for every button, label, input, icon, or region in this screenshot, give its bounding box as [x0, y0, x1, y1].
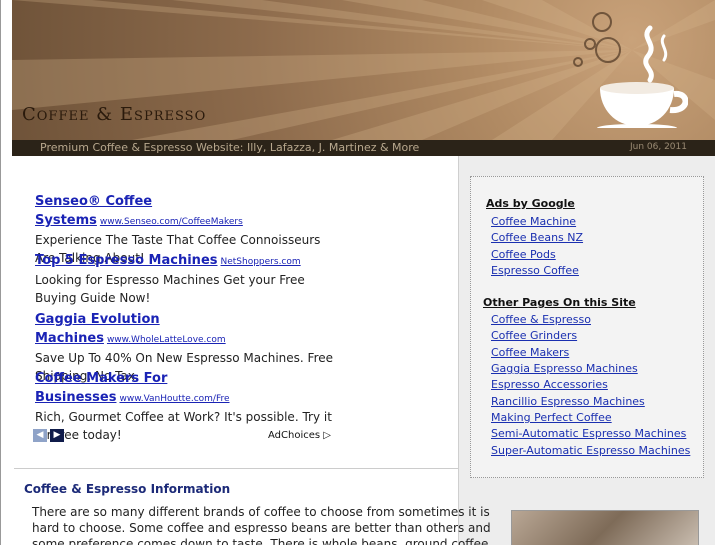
site-tagline: Premium Coffee & Espresso Website: Illy,…	[40, 141, 420, 154]
ad-title-link[interactable]: Top 5 Espresso Machines	[35, 253, 218, 268]
ad-url-link[interactable]: www.Senseo.com/CoffeeMakers	[100, 217, 243, 227]
sidebar-page-link[interactable]: Semi-Automatic Espresso Machines	[491, 427, 686, 440]
adchoices-link[interactable]: AdChoices ▷	[268, 430, 331, 441]
sidebar: Ads by Google Coffee Machine Coffee Bean…	[458, 156, 715, 545]
ad-url-link[interactable]: www.VanHoutte.com/Fre	[119, 394, 229, 404]
sidebar-page-link[interactable]: Making Perfect Coffee	[491, 411, 612, 424]
ad-prev-button[interactable]: ◀	[33, 429, 47, 442]
sidebar-page-link[interactable]: Coffee Grinders	[491, 329, 577, 342]
sidebar-page-link[interactable]: Gaggia Espresso Machines	[491, 362, 638, 375]
ad-next-button[interactable]: ▶	[50, 429, 64, 442]
content-divider	[14, 468, 458, 469]
coffee-cup-icon	[597, 25, 688, 128]
site-header: Coffee & Espresso	[12, 0, 715, 140]
ad-item[interactable]: Top 5 Espresso Machines NetShoppers.com L…	[35, 249, 335, 307]
section-heading: Coffee & Espresso Information	[24, 482, 231, 496]
other-pages-heading: Other Pages On this Site	[483, 296, 636, 309]
sidebar-ad-link[interactable]: Espresso Coffee	[491, 264, 579, 277]
ads-by-google-heading[interactable]: Ads by Google	[486, 197, 575, 210]
sidebar-page-link[interactable]: Coffee & Espresso	[491, 313, 591, 326]
sidebar-page-link[interactable]: Espresso Accessories	[491, 378, 608, 391]
ad-url-link[interactable]: www.WholeLatteLove.com	[107, 335, 226, 345]
sidebar-ad-link[interactable]: Coffee Pods	[491, 248, 556, 261]
sidebar-ad-link[interactable]: Coffee Beans NZ	[491, 231, 583, 244]
sidebar-box: Ads by Google Coffee Machine Coffee Bean…	[470, 176, 704, 478]
ad-url-link[interactable]: NetShoppers.com	[221, 257, 301, 267]
article-body: There are so many different brands of co…	[32, 505, 491, 545]
post-date: Jun 06, 2011	[629, 142, 687, 152]
ad-description: Looking for Espresso Machines Get your F…	[35, 273, 305, 305]
sidebar-page-link[interactable]: Super-Automatic Espresso Machines	[491, 444, 690, 457]
site-title[interactable]: Coffee & Espresso	[22, 104, 206, 125]
tagline-bar: Premium Coffee & Espresso Website: Illy,…	[12, 140, 715, 156]
sidebar-page-link[interactable]: Coffee Makers	[491, 346, 569, 359]
sidebar-ad-link[interactable]: Coffee Machine	[491, 215, 576, 228]
coffee-photo	[511, 510, 699, 545]
sidebar-page-link[interactable]: Rancillio Espresso Machines	[491, 395, 645, 408]
